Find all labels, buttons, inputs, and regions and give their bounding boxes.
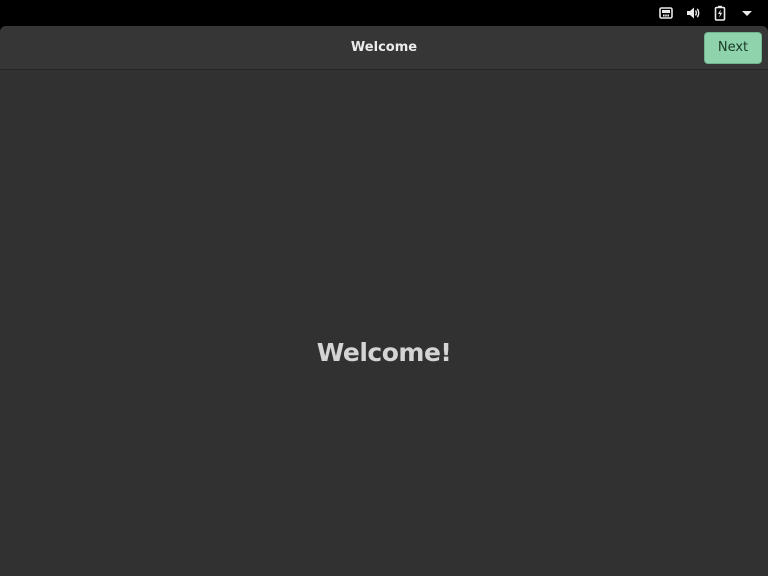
battery-icon[interactable]: [711, 4, 729, 22]
volume-icon[interactable]: [684, 4, 702, 22]
network-icon[interactable]: [657, 4, 675, 22]
system-tray: [657, 0, 756, 26]
window-title: Welcome: [350, 40, 418, 55]
welcome-window: Welcome Next Welcome!: [0, 26, 768, 576]
welcome-heading: Welcome!: [316, 338, 452, 367]
next-button[interactable]: Next: [704, 32, 762, 64]
welcome-content: Welcome!: [0, 70, 768, 576]
top-panel: [0, 0, 768, 26]
menu-arrow-icon[interactable]: [738, 4, 756, 22]
headerbar: Welcome Next: [0, 26, 768, 70]
